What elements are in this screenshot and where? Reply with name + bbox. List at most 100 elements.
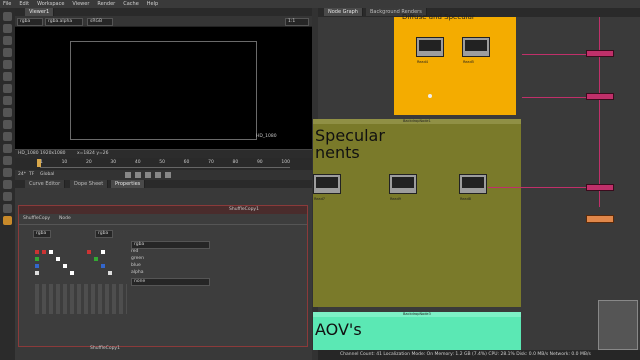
image-icon[interactable] <box>3 24 12 33</box>
transform-icon[interactable] <box>3 120 12 129</box>
checkbox[interactable] <box>101 250 105 254</box>
tick-label: 80 <box>232 160 239 165</box>
backdrop-aovs[interactable]: BackdropNode3 AOV's <box>313 312 521 350</box>
read-node[interactable]: Read8 <box>459 174 487 201</box>
layer-dropdown[interactable]: rgba.alpha <box>45 18 83 26</box>
time-icon[interactable] <box>3 48 12 57</box>
backdrop-diffuse-specular[interactable]: Diffuse and Specular Read4 Read5 <box>394 13 516 115</box>
left-toolbar <box>0 8 16 360</box>
checkbox[interactable] <box>56 257 60 261</box>
merge-icon[interactable] <box>3 108 12 117</box>
checkbox-red[interactable] <box>87 250 91 254</box>
tab-properties[interactable]: Properties <box>111 180 146 188</box>
read-node[interactable]: Read4 <box>416 37 444 64</box>
menu-workspace[interactable]: Workspace <box>37 1 64 7</box>
toolsets-icon[interactable] <box>3 168 12 177</box>
channels-dropdown[interactable]: rgba <box>17 18 43 26</box>
color-icon[interactable] <box>3 72 12 81</box>
plugin-icon[interactable] <box>3 216 12 225</box>
furnace-icon[interactable] <box>3 192 12 201</box>
other-icon[interactable] <box>3 180 12 189</box>
views-icon[interactable] <box>3 144 12 153</box>
channel-icon[interactable] <box>3 60 12 69</box>
colorspace-dropdown[interactable]: sRGB <box>87 18 113 26</box>
channel-blue-label: blue <box>131 263 141 268</box>
nodegraph-tabbar: Node Graph Background Renders <box>318 8 640 17</box>
tf-dropdown[interactable]: TF <box>29 172 34 177</box>
node-name-field[interactable]: ShuffleCopy1 <box>229 207 259 212</box>
tab-dope-sheet[interactable]: Dope Sheet <box>70 180 109 188</box>
disabled-channel-matrix <box>35 284 127 314</box>
output-layer-dropdown[interactable]: rgba <box>131 241 210 249</box>
pipe <box>522 97 586 98</box>
checkbox[interactable] <box>49 250 53 254</box>
viewer-tabbar: Viewer1 <box>15 8 312 16</box>
checkbox-alpha[interactable] <box>35 271 39 275</box>
draw-icon[interactable] <box>3 36 12 45</box>
checkbox-blue[interactable] <box>101 264 105 268</box>
node-graph-minimap[interactable] <box>598 300 638 350</box>
tick-label: 60 <box>183 160 190 165</box>
checkbox-green[interactable] <box>35 257 39 261</box>
pointer-icon[interactable] <box>3 12 12 21</box>
play-icon[interactable] <box>145 172 151 178</box>
thumbnail <box>316 177 338 188</box>
channel-matrix <box>35 248 127 278</box>
metadata-icon[interactable] <box>3 156 12 165</box>
node-graph-canvas[interactable]: Diffuse and Specular Read4 Read5 Backdro… <box>313 13 640 350</box>
backdrop-name: BackdropNode3 <box>403 312 431 316</box>
tab-shufflecopy[interactable]: ShuffleCopy <box>23 216 50 221</box>
menu-help[interactable]: Help <box>147 1 158 7</box>
input1-dropdown[interactable]: rgba <box>33 230 51 238</box>
menu-viewer[interactable]: Viewer <box>72 1 89 7</box>
cursor-coords: x=1824 y=26 <box>77 151 109 156</box>
second-output-dropdown[interactable]: none <box>131 278 210 286</box>
step-back-icon[interactable] <box>135 172 141 178</box>
tab-viewer1[interactable]: Viewer1 <box>25 8 55 16</box>
checkbox[interactable] <box>70 271 74 275</box>
menu-cache[interactable]: Cache <box>123 1 139 7</box>
thumbnail <box>462 177 484 188</box>
format-frame <box>70 41 257 140</box>
read-node[interactable]: Read9 <box>389 174 417 201</box>
tab-node[interactable]: Node <box>59 216 71 221</box>
menu-render[interactable]: Render <box>97 1 115 7</box>
input2-dropdown[interactable]: rgba <box>95 230 113 238</box>
checkbox-green[interactable] <box>94 257 98 261</box>
checkbox-blue[interactable] <box>35 264 39 268</box>
particles-icon[interactable] <box>3 204 12 213</box>
checkbox-red[interactable] <box>42 250 46 254</box>
tab-node-graph[interactable]: Node Graph <box>324 8 363 16</box>
merge-node[interactable] <box>586 93 614 100</box>
shufflecopy-properties: ShuffleCopy1 ShuffleCopy Node rgba rgba … <box>18 205 308 347</box>
thumbnail <box>392 177 414 188</box>
backdrop-specular-components[interactable]: BackdropNode1 Specular nents Read7 Read9… <box>313 119 521 307</box>
checkbox-red[interactable] <box>35 250 39 254</box>
properties-tabbar: Curve Editor Dope Sheet Properties <box>15 180 312 188</box>
play-forward-icon[interactable] <box>165 172 171 178</box>
range-mode-dropdown[interactable]: Global <box>40 172 54 177</box>
status-bar: Channel Count: 41 Localization Mode: On … <box>318 350 640 360</box>
fps-field[interactable]: 24* <box>18 172 26 177</box>
node-label: Read9 <box>390 197 402 201</box>
menu-edit[interactable]: Edit <box>19 1 29 7</box>
play-back-icon[interactable] <box>125 172 131 178</box>
node-header: ShuffleCopy1 <box>19 206 307 214</box>
checkbox[interactable] <box>63 264 67 268</box>
backdrop-heading: Specular nents <box>315 126 385 162</box>
filter-icon[interactable] <box>3 84 12 93</box>
merge-node[interactable] <box>586 184 614 191</box>
read-node[interactable]: Read5 <box>462 37 490 64</box>
zoom-dropdown[interactable]: 1:1 <box>285 18 309 26</box>
merge-node[interactable] <box>586 50 614 57</box>
read-node[interactable]: Read7 <box>313 174 341 201</box>
menu-file[interactable]: File <box>3 1 11 7</box>
checkbox-alpha[interactable] <box>108 271 112 275</box>
tab-curve-editor[interactable]: Curve Editor <box>25 180 66 188</box>
keyer-icon[interactable] <box>3 96 12 105</box>
dot-node[interactable] <box>428 94 432 98</box>
3d-icon[interactable] <box>3 132 12 141</box>
shufflecopy-node[interactable] <box>586 215 614 223</box>
thumbnail <box>419 40 441 51</box>
step-forward-icon[interactable] <box>155 172 161 178</box>
